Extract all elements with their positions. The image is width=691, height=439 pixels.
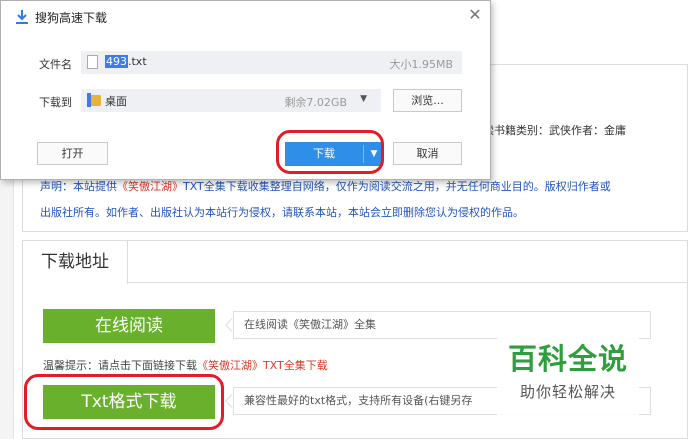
save-to-label: 下载到 <box>39 96 72 109</box>
book-meta-text: 读书籍类别：武侠作者：金庸 <box>483 124 626 137</box>
browse-button[interactable]: 浏览... <box>393 89 462 112</box>
tip-suffix[interactable]: TXT全集下载 <box>263 359 328 372</box>
cancel-button[interactable]: 取消 <box>393 142 462 165</box>
watermark-subtitle: 助你轻松解决 <box>519 383 616 401</box>
watermark: 百科全说 助你轻松解决 <box>497 338 639 422</box>
notice-line2: 出版社所有。如作者、出版社认为本站行为侵权，请联系本站，本站会立即删除您认为侵权… <box>40 206 524 219</box>
remaining-space: 剩余7.02GB <box>284 96 347 109</box>
close-icon[interactable]: ✕ <box>465 4 485 26</box>
dialog-title: 搜狗高速下载 <box>35 11 108 25</box>
filename-label: 文件名 <box>39 58 72 71</box>
filename-field[interactable]: 493.txt 大小1.95MB <box>81 51 462 74</box>
filename-selected-text[interactable]: 493 <box>105 55 128 68</box>
highlight-ring-download <box>276 130 384 174</box>
online-read-description: 在线阅读《笑傲江湖》全集 <box>233 311 651 339</box>
file-size: 大小1.95MB <box>389 58 453 71</box>
browser-page: 读书籍类别：武侠作者：金庸 声明：本站提供《笑傲江湖》TXT全集下载收集整理自网… <box>0 0 691 439</box>
notice-part1: 声明：本站提供 <box>40 180 117 193</box>
highlight-ring-txt-download <box>24 374 224 430</box>
tab-download-address[interactable]: 下载地址 <box>23 241 128 284</box>
chevron-down-icon[interactable]: ▼ <box>360 94 367 104</box>
open-button[interactable]: 打开 <box>37 142 108 165</box>
filename-value[interactable]: 493.txt <box>105 55 147 68</box>
copyright-notice: 声明：本站提供《笑傲江湖》TXT全集下载收集整理自网络，仅作为阅读交流之用，并无… <box>40 174 685 226</box>
watermark-title: 百科全说 <box>507 342 628 376</box>
download-icon <box>16 10 28 24</box>
folder-icon-accent <box>87 93 91 107</box>
file-icon <box>87 55 98 69</box>
download-tip: 温馨提示：请点击下面链接下载《笑傲江湖》TXT全集下载 <box>43 357 328 373</box>
save-path-select[interactable]: 桌面 剩余7.02GB ▼ <box>81 89 381 112</box>
online-read-button[interactable]: 在线阅读 <box>43 309 215 343</box>
filename-extension: .txt <box>128 55 147 68</box>
notice-book-title[interactable]: 《笑傲江湖》 <box>117 180 183 193</box>
tip-prefix: 温馨提示：请点击下面链接下载 <box>43 359 197 372</box>
tip-book-link[interactable]: 《笑傲江湖》 <box>197 359 263 372</box>
download-dialog: 搜狗高速下载 ✕ 文件名 493.txt 大小1.95MB 下载到 桌面 剩余7… <box>0 0 491 180</box>
save-path-value: 桌面 <box>105 95 127 108</box>
notice-part2: TXT全集下载收集整理自网络，仅作为阅读交流之用，并无任何商业目的。版权归作者或 <box>183 180 611 193</box>
download-tabbar: 下载地址 <box>23 241 687 284</box>
